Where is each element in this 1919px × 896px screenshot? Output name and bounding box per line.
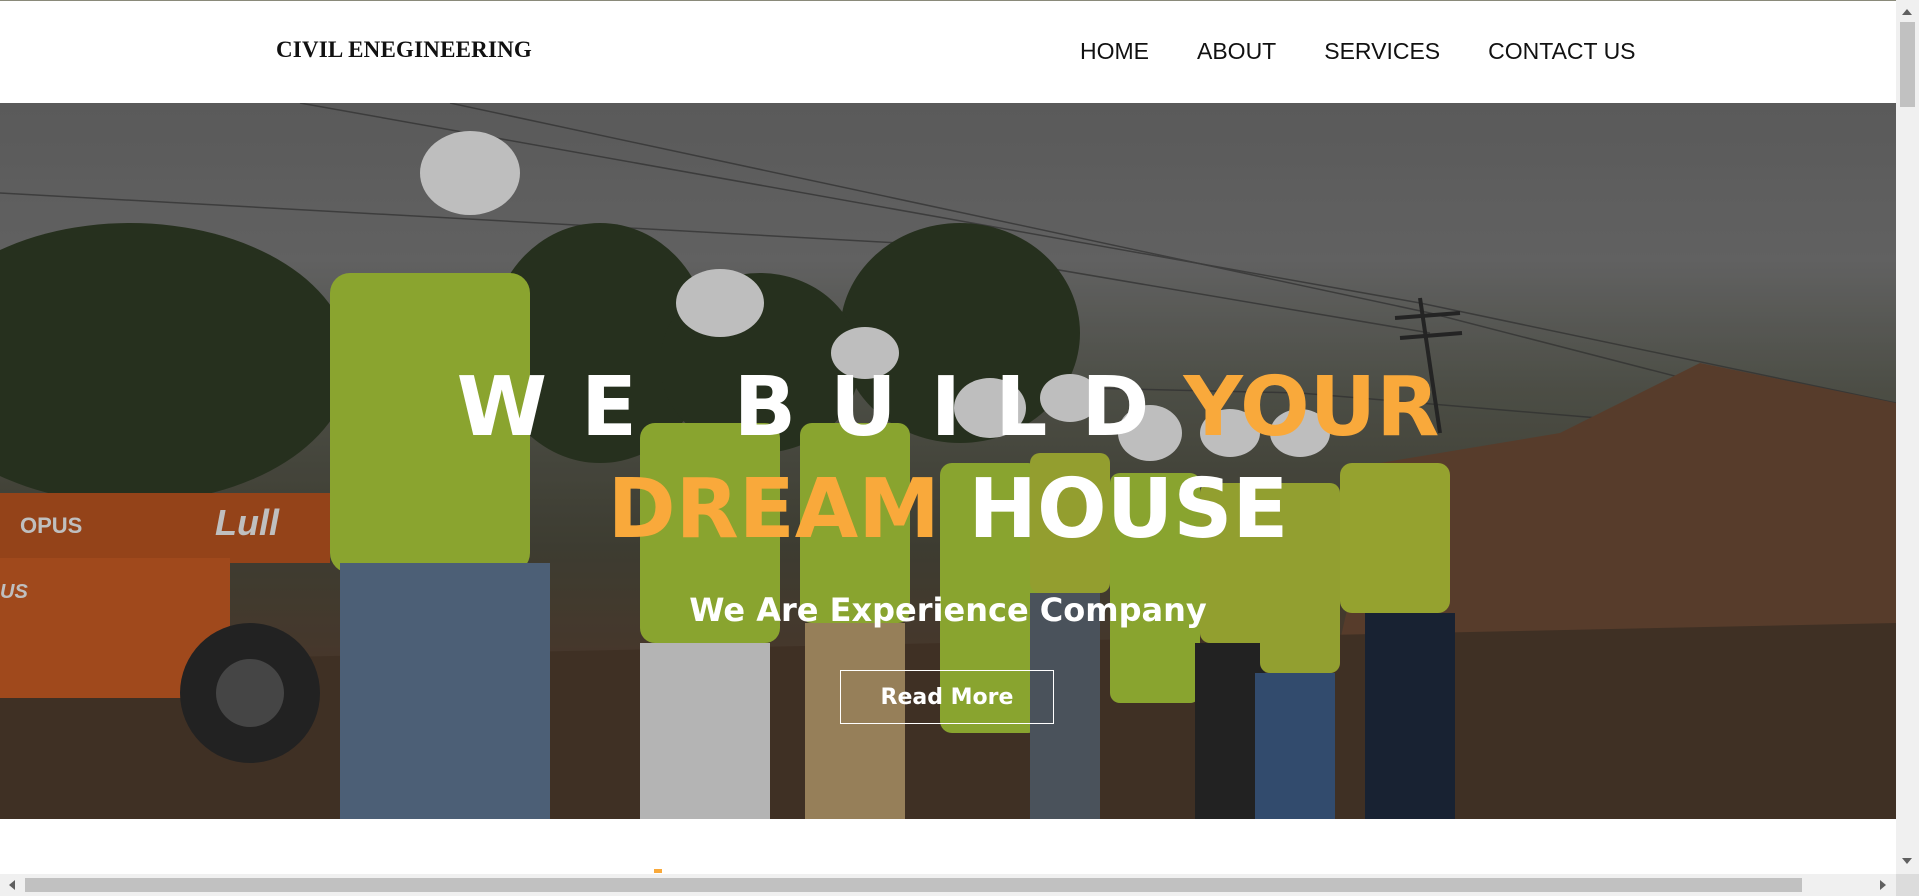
nav-contact-us[interactable]: CONTACT US (1488, 38, 1635, 65)
nav-about[interactable]: ABOUT (1197, 38, 1276, 65)
browser-viewport: CIVIL ENEGINEERING HOME ABOUT SERVICES C… (0, 0, 1896, 874)
hero-headline-we-build: WE BUILD (456, 360, 1184, 455)
horizontal-scroll-thumb[interactable] (25, 878, 1802, 892)
scroll-right-icon[interactable] (1880, 880, 1886, 890)
hero-headline-line2: DREAM HOUSE (0, 469, 1896, 551)
hero-headline-dream: DREAM (607, 462, 940, 557)
nav-services[interactable]: SERVICES (1324, 38, 1440, 65)
scrollbar-corner (1896, 874, 1919, 896)
vertical-scroll-thumb[interactable] (1900, 22, 1915, 107)
hero-headline-your: YOUR (1183, 360, 1440, 455)
site-logo[interactable]: CIVIL ENEGINEERING (276, 37, 532, 63)
scroll-left-icon[interactable] (9, 880, 15, 890)
hero-headline-house: HOUSE (968, 462, 1289, 557)
next-section (0, 819, 1896, 874)
site-header: CIVIL ENEGINEERING HOME ABOUT SERVICES C… (0, 1, 1896, 103)
vertical-scrollbar[interactable] (1896, 0, 1919, 874)
main-nav: HOME ABOUT SERVICES CONTACT US (1080, 38, 1636, 65)
hero-subtitle: We Are Experience Company (689, 591, 1207, 629)
section-accent-mark (654, 869, 662, 873)
scroll-down-icon[interactable] (1902, 858, 1912, 864)
read-more-button[interactable]: Read More (840, 670, 1054, 724)
horizontal-scrollbar[interactable] (0, 874, 1896, 896)
hero-headline-line1: WE BUILDYOUR (0, 367, 1896, 449)
hero-banner: OPUS Lull US WE BUILDYOUR DREAM HOUSE We… (0, 103, 1896, 819)
scroll-up-icon[interactable] (1902, 9, 1912, 15)
nav-home[interactable]: HOME (1080, 38, 1149, 65)
